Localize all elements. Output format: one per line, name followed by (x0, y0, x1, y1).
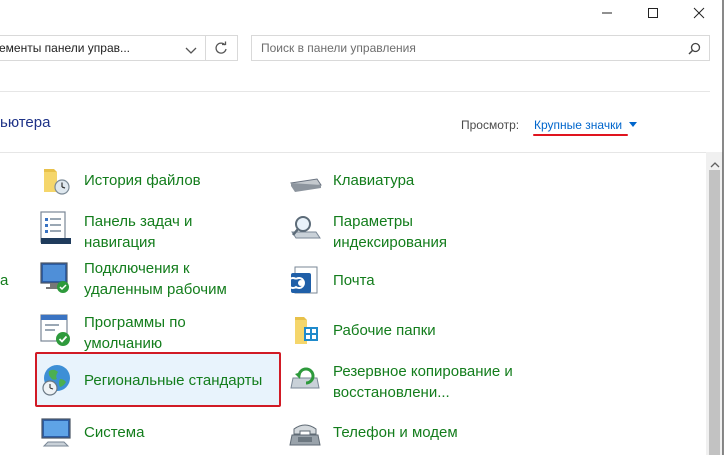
item-phone-modem[interactable]: Телефон и модем (289, 415, 529, 451)
left-cut-text: а (0, 272, 9, 289)
item-label-line1: Резервное копирование и (333, 363, 513, 380)
keyboard-icon (289, 163, 323, 197)
item-keyboard[interactable]: Клавиатура (289, 163, 529, 199)
item-label: Телефон и модем (333, 424, 458, 441)
maximize-button[interactable] (630, 0, 676, 26)
item-system[interactable]: Система (40, 415, 270, 451)
item-remote-desktop[interactable]: Подключения к удаленным рабочим (40, 257, 270, 301)
maximize-icon (648, 8, 658, 18)
system-icon (40, 415, 74, 449)
item-label: Региональные стандарты (84, 372, 263, 389)
item-region[interactable]: Региональные стандарты (40, 363, 270, 399)
item-label: Почта (333, 272, 375, 289)
work-folders-icon (289, 313, 323, 347)
item-backup[interactable]: Резервное копирование и восстановлени... (289, 360, 549, 404)
item-label-line1: Подключения к (84, 260, 190, 277)
item-label: Система (84, 424, 145, 441)
item-mail[interactable]: Почта (287, 263, 529, 299)
item-label-line2: навигация (84, 234, 156, 251)
view-dropdown-caret-icon[interactable] (629, 122, 637, 127)
region-icon (40, 363, 74, 397)
item-file-history[interactable]: История файлов (40, 163, 270, 199)
minimize-button[interactable] (584, 0, 630, 26)
phone-modem-icon (289, 415, 323, 449)
item-label: Клавиатура (333, 172, 415, 189)
item-label-line2: индексирования (333, 234, 447, 251)
item-label-line1: Панель задач и (84, 213, 193, 230)
search-icon[interactable] (688, 42, 701, 60)
taskbar-icon (40, 210, 74, 244)
mail-icon (287, 263, 323, 297)
item-taskbar[interactable]: Панель задач и навигация (40, 210, 270, 254)
remote-desktop-icon (40, 257, 74, 293)
address-bar[interactable]: ементы панели управ... (0, 35, 238, 61)
item-label-line2: удаленным рабочим (84, 281, 227, 298)
item-indexing[interactable]: Параметры индексирования (289, 210, 549, 254)
search-input[interactable]: Поиск в панели управления (251, 35, 710, 61)
item-label: Рабочие папки (333, 322, 436, 339)
refresh-icon[interactable] (214, 41, 228, 60)
view-mode-dropdown[interactable]: Крупные значки (534, 118, 622, 132)
item-label: История файлов (84, 172, 201, 189)
item-label-line2: умолчанию (84, 335, 163, 352)
content-divider (0, 152, 706, 153)
default-programs-icon (40, 311, 74, 346)
backup-icon (289, 360, 323, 394)
search-placeholder: Поиск в панели управления (261, 41, 416, 55)
file-history-icon (40, 163, 74, 197)
view-label: Просмотр: (461, 118, 520, 132)
close-icon (693, 7, 705, 19)
item-label-line1: Программы по (84, 314, 186, 331)
item-label-line2: восстановлени... (333, 384, 450, 401)
page-title: ьютера (0, 114, 51, 131)
item-work-folders[interactable]: Рабочие папки (289, 313, 529, 349)
chevron-down-icon[interactable] (185, 43, 197, 61)
address-separator (205, 36, 206, 60)
close-button[interactable] (676, 0, 722, 26)
minimize-icon (602, 12, 612, 14)
scrollbar-thumb[interactable] (709, 170, 720, 455)
item-label-line1: Параметры (333, 213, 413, 230)
item-default-programs[interactable]: Программы по умолчанию (40, 311, 270, 355)
indexing-icon (289, 210, 323, 244)
toolbar-divider (0, 91, 710, 92)
annotation-underline (533, 134, 628, 136)
address-path: ементы панели управ... (0, 41, 131, 55)
